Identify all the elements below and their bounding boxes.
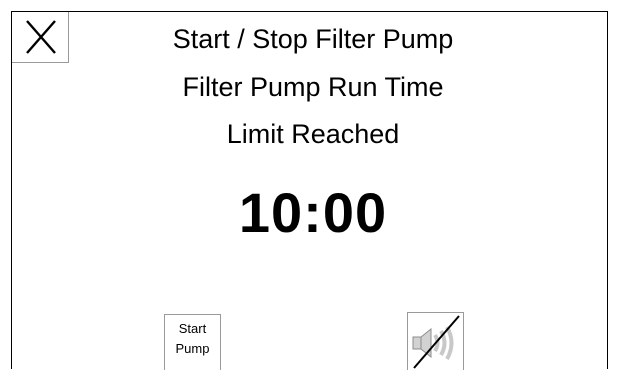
start-pump-label-line-1: Start — [178, 321, 207, 336]
mute-button[interactable] — [407, 312, 464, 370]
message-line-3: Limit Reached — [226, 119, 400, 149]
message-line-2: Filter Pump Run Time — [182, 72, 444, 102]
message-line-1: Start / Stop Filter Pump — [172, 24, 454, 54]
speaker-muted-icon — [412, 315, 460, 369]
run-time-display: 10:00 — [238, 181, 388, 244]
start-pump-label-line-2: Pump — [175, 341, 210, 356]
start-pump-button[interactable]: Start Pump — [164, 314, 221, 370]
